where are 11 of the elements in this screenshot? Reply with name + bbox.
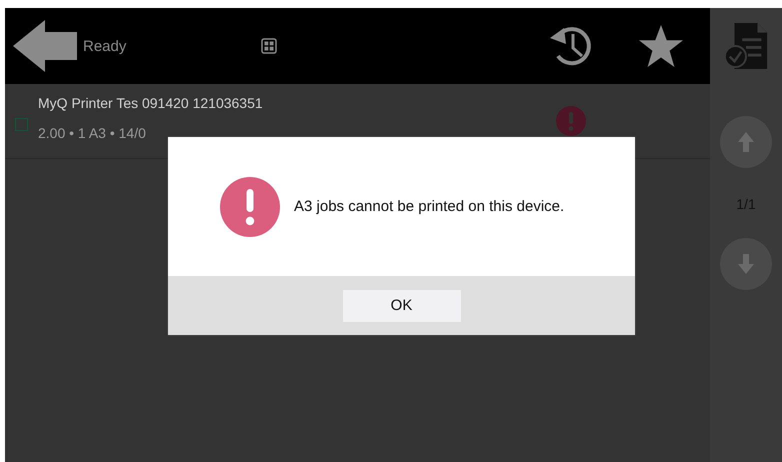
job-name: MyQ Printer Tes 091420 121036351 (38, 95, 264, 111)
job-details: 2.00 • 1 A3 • 14/0 (38, 125, 147, 141)
ok-button[interactable]: OK (342, 290, 460, 322)
star-icon[interactable] (638, 24, 684, 68)
warning-icon (220, 176, 280, 236)
document-check-icon (723, 21, 769, 71)
status-text: Ready (83, 38, 128, 54)
back-arrow-icon[interactable] (13, 20, 77, 72)
dialog-message: A3 jobs cannot be printed on this device. (294, 198, 564, 215)
grid-icon[interactable] (261, 38, 277, 54)
job-checkbox[interactable] (15, 118, 28, 130)
